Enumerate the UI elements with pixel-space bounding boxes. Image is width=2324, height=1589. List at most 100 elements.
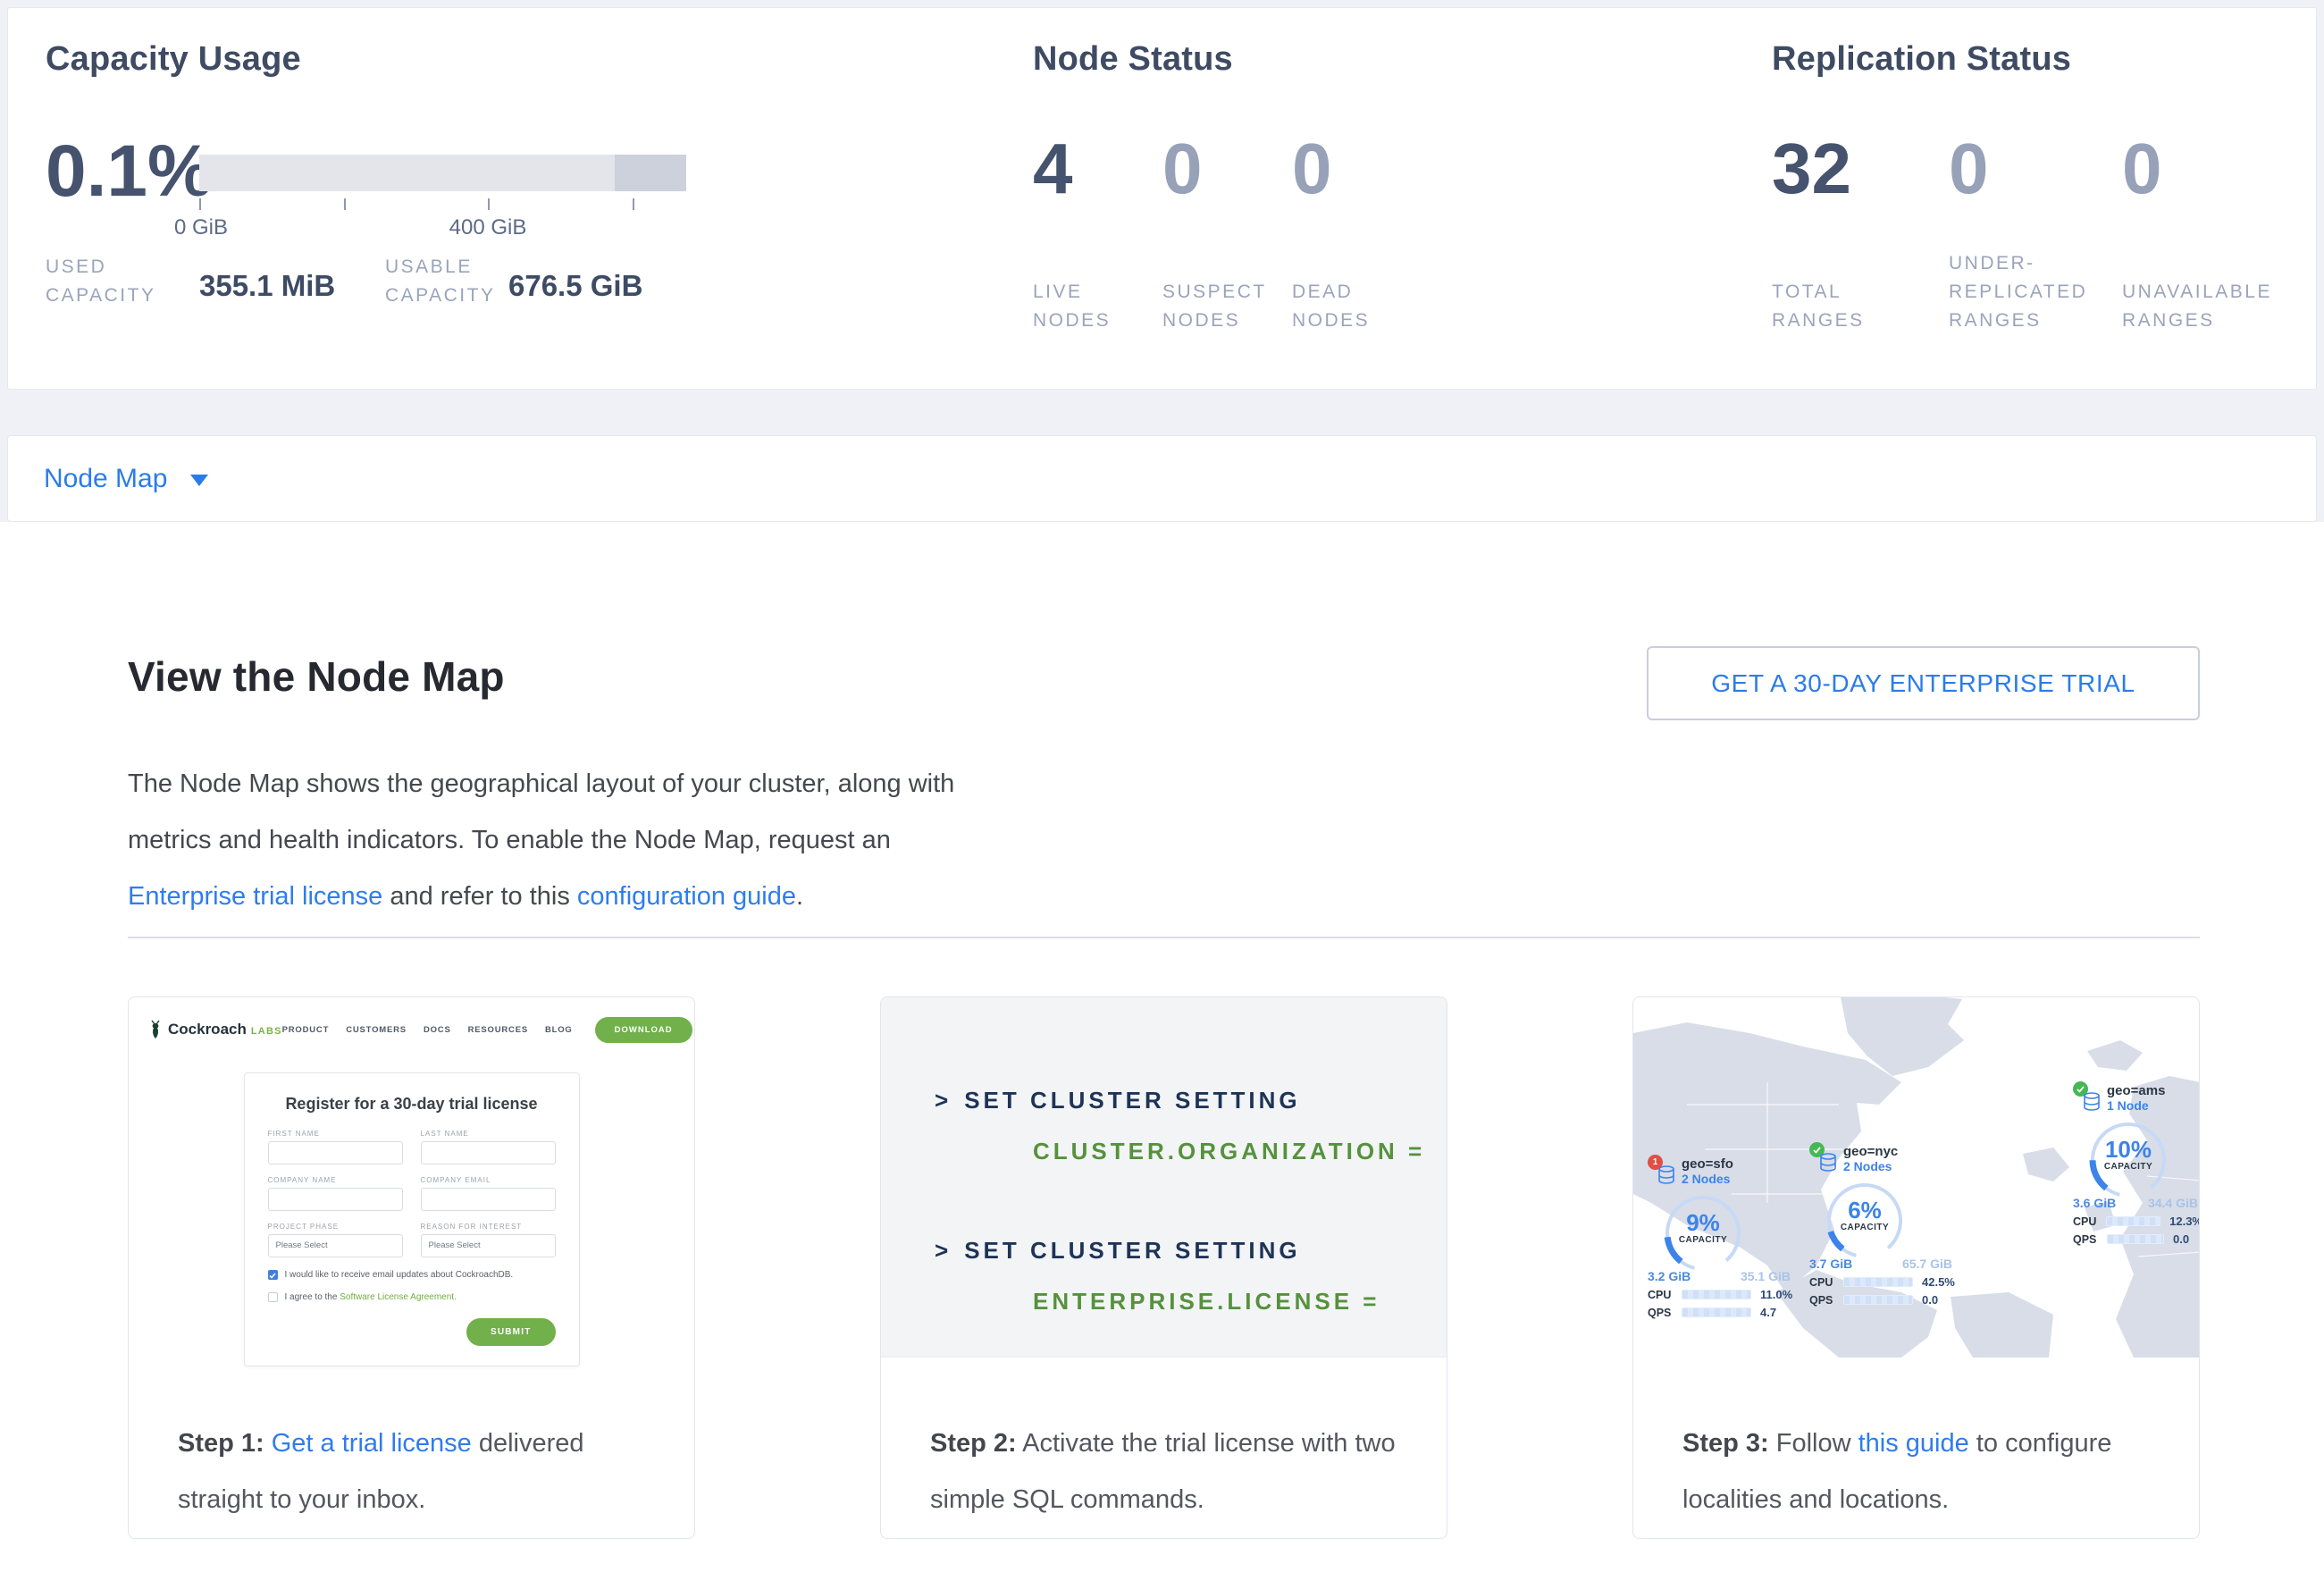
capacity-usage-title: Capacity Usage	[46, 40, 301, 79]
locality-header: geo=nyc 2 Nodes	[1809, 1142, 1961, 1176]
capacity-label: CAPACITY	[2085, 1162, 2171, 1172]
field-label: PROJECT PHASE	[268, 1223, 403, 1231]
trial-registration-form: Register for a 30-day trial license FIRS…	[244, 1072, 580, 1366]
suspect-nodes-stat: 0 SUSPECT NODES	[1162, 8, 1292, 389]
qps-label: QPS	[2073, 1233, 2107, 1246]
axis-tick	[633, 198, 634, 210]
sql-prompt: >	[935, 1087, 952, 1114]
get-enterprise-trial-button[interactable]: GET A 30-DAY ENTERPRISE TRIAL	[1647, 646, 2200, 720]
under-replicated-ranges-stat: 0 UNDER- REPLICATED RANGES	[1949, 8, 2126, 389]
capacity-bar-nonusable-segment	[615, 155, 686, 191]
description-text: .	[796, 882, 803, 911]
sql-command: > SET CLUSTER SETTING CLUSTER.ORGANIZATIO…	[935, 1087, 1447, 1165]
field-label: COMPANY EMAIL	[421, 1176, 556, 1184]
submit-pill: SUBMIT	[466, 1318, 556, 1346]
description-text: and refer to this	[382, 882, 577, 911]
sql-setting: CLUSTER.ORGANIZATION =	[1033, 1138, 1447, 1165]
dead-nodes-label: DEAD NODES	[1292, 278, 1370, 335]
text-input	[421, 1141, 556, 1164]
description-text: The Node Map shows the geographical layo…	[128, 769, 954, 854]
checkbox-label: I would like to receive email updates ab…	[285, 1270, 514, 1280]
total-ranges-value: 32	[1772, 133, 1851, 205]
step-2-caption: Step 2: Activate the trial license with …	[930, 1416, 1413, 1528]
sql-statement: SET CLUSTER SETTING	[964, 1237, 1300, 1264]
cockroach-labs-logo: Cockroach LABS	[148, 1020, 282, 1039]
capacity-bar	[199, 155, 686, 191]
axis-tick-label: 0 GiB	[174, 215, 228, 240]
cpu-sparkline	[1682, 1290, 1751, 1299]
locality-name: geo=sfo	[1682, 1156, 1733, 1172]
cpu-sparkline	[1843, 1277, 1913, 1287]
locality-header: geo=ams 1 Node	[2073, 1081, 2199, 1115]
live-nodes-label: LIVE NODES	[1033, 278, 1111, 335]
total-ranges-label: TOTAL RANGES	[1772, 278, 1865, 335]
form-field: COMPANY EMAIL	[421, 1176, 556, 1211]
sql-setting: ENTERPRISE.LICENSE =	[1033, 1288, 1447, 1316]
capacity-total: 65.7 GiB	[1902, 1257, 1952, 1271]
checkbox-unchecked-icon	[268, 1292, 278, 1302]
form-field: FIRST NAME	[268, 1130, 403, 1164]
capacity-total: 35.1 GiB	[1741, 1269, 1791, 1283]
database-icon	[1817, 1153, 1839, 1173]
dead-nodes-stat: 0 DEAD NODES	[1292, 8, 1422, 389]
step-1-card: Cockroach LABS PRODUCT CUSTOMERS DOCS RE…	[128, 996, 695, 1539]
axis-tick	[344, 198, 346, 210]
usable-capacity-label: USABLE CAPACITY	[385, 253, 495, 310]
capacity-percent: 10%	[2085, 1137, 2171, 1162]
locality-name: geo=ams	[2107, 1083, 2165, 1098]
step-1-caption: Step 1: Get a trial license delivered st…	[178, 1416, 660, 1528]
axis-tick	[199, 198, 201, 210]
form-title: Register for a 30-day trial license	[268, 1095, 556, 1114]
dead-nodes-value: 0	[1292, 133, 1332, 205]
qps-row: QPS 4.7	[1648, 1306, 1800, 1319]
this-guide-link[interactable]: this guide	[1858, 1429, 1969, 1458]
field-label: FIRST NAME	[268, 1130, 403, 1138]
roach-icon	[148, 1020, 163, 1039]
select-input: Please Select	[268, 1234, 403, 1257]
qps-sparkline	[1843, 1295, 1913, 1305]
sql-statement: SET CLUSTER SETTING	[964, 1087, 1300, 1114]
cpu-row: CPU 12.3%	[2073, 1215, 2199, 1228]
locality-name: geo=nyc	[1843, 1144, 1898, 1159]
cpu-label: CPU	[1809, 1276, 1843, 1289]
step-text	[264, 1429, 272, 1458]
locality-nodes: 2 Nodes	[1843, 1159, 1898, 1174]
qps-value: 4.7	[1760, 1306, 1776, 1319]
checkbox-label: I agree to the Software License Agreemen…	[285, 1292, 457, 1302]
cpu-row: CPU 42.5%	[1809, 1275, 1961, 1289]
enterprise-trial-license-link[interactable]: Enterprise trial license	[128, 882, 382, 911]
step-text: Follow	[1769, 1429, 1858, 1458]
page-title: View the Node Map	[128, 652, 505, 701]
cpu-label: CPU	[1648, 1289, 1682, 1301]
step-label: Step 2:	[930, 1429, 1017, 1458]
qps-row: QPS 0.0	[2073, 1232, 2199, 1246]
configuration-guide-link[interactable]: configuration guide	[577, 882, 796, 911]
cpu-row: CPU 11.0%	[1648, 1288, 1800, 1301]
get-trial-license-link[interactable]: Get a trial license	[272, 1429, 472, 1458]
mini-site-header: Cockroach LABS PRODUCT CUSTOMERS DOCS RE…	[129, 997, 694, 1047]
locality-nodes: 2 Nodes	[1682, 1172, 1733, 1187]
capacity-percent: 9%	[1660, 1210, 1746, 1235]
field-label: REASON FOR INTEREST	[421, 1223, 556, 1231]
capacity-bar-chart: 0 GiB 400 GiB	[199, 155, 700, 253]
node-map-dropdown[interactable]: Node Map	[7, 435, 2317, 522]
sql-command: >SET CLUSTER SETTING ENTERPRISE.LICENSE …	[935, 1237, 1447, 1316]
node-map-preview: 1 geo=sfo 2 Nodes	[1633, 997, 2199, 1358]
trial-license-site-screenshot: Cockroach LABS PRODUCT CUSTOMERS DOCS RE…	[129, 997, 694, 1366]
text-input	[268, 1141, 403, 1164]
total-ranges-stat: 32 TOTAL RANGES	[1772, 8, 1949, 389]
under-replicated-ranges-value: 0	[1949, 133, 1989, 205]
text-input	[421, 1188, 556, 1211]
locality-header: 1 geo=sfo 2 Nodes	[1648, 1155, 1800, 1189]
locality-marker-ams: geo=ams 1 Node 10% CAPACITY 3.6 GiB	[2073, 1081, 2199, 1246]
step-label: Step 1:	[178, 1429, 264, 1458]
cpu-value: 42.5%	[1922, 1275, 1955, 1289]
chevron-down-icon	[190, 475, 208, 486]
live-nodes-value: 4	[1033, 133, 1073, 205]
brand-name: Cockroach	[168, 1021, 247, 1038]
locality-nodes: 1 Node	[2107, 1098, 2165, 1114]
qps-label: QPS	[1648, 1307, 1682, 1319]
mini-site-nav: PRODUCT CUSTOMERS DOCS RESOURCES BLOG DO…	[282, 1017, 692, 1043]
step-3-caption: Step 3: Follow this guide to configure l…	[1682, 1416, 2165, 1528]
sql-commands-illustration: > SET CLUSTER SETTING CLUSTER.ORGANIZATIO…	[881, 997, 1447, 1358]
